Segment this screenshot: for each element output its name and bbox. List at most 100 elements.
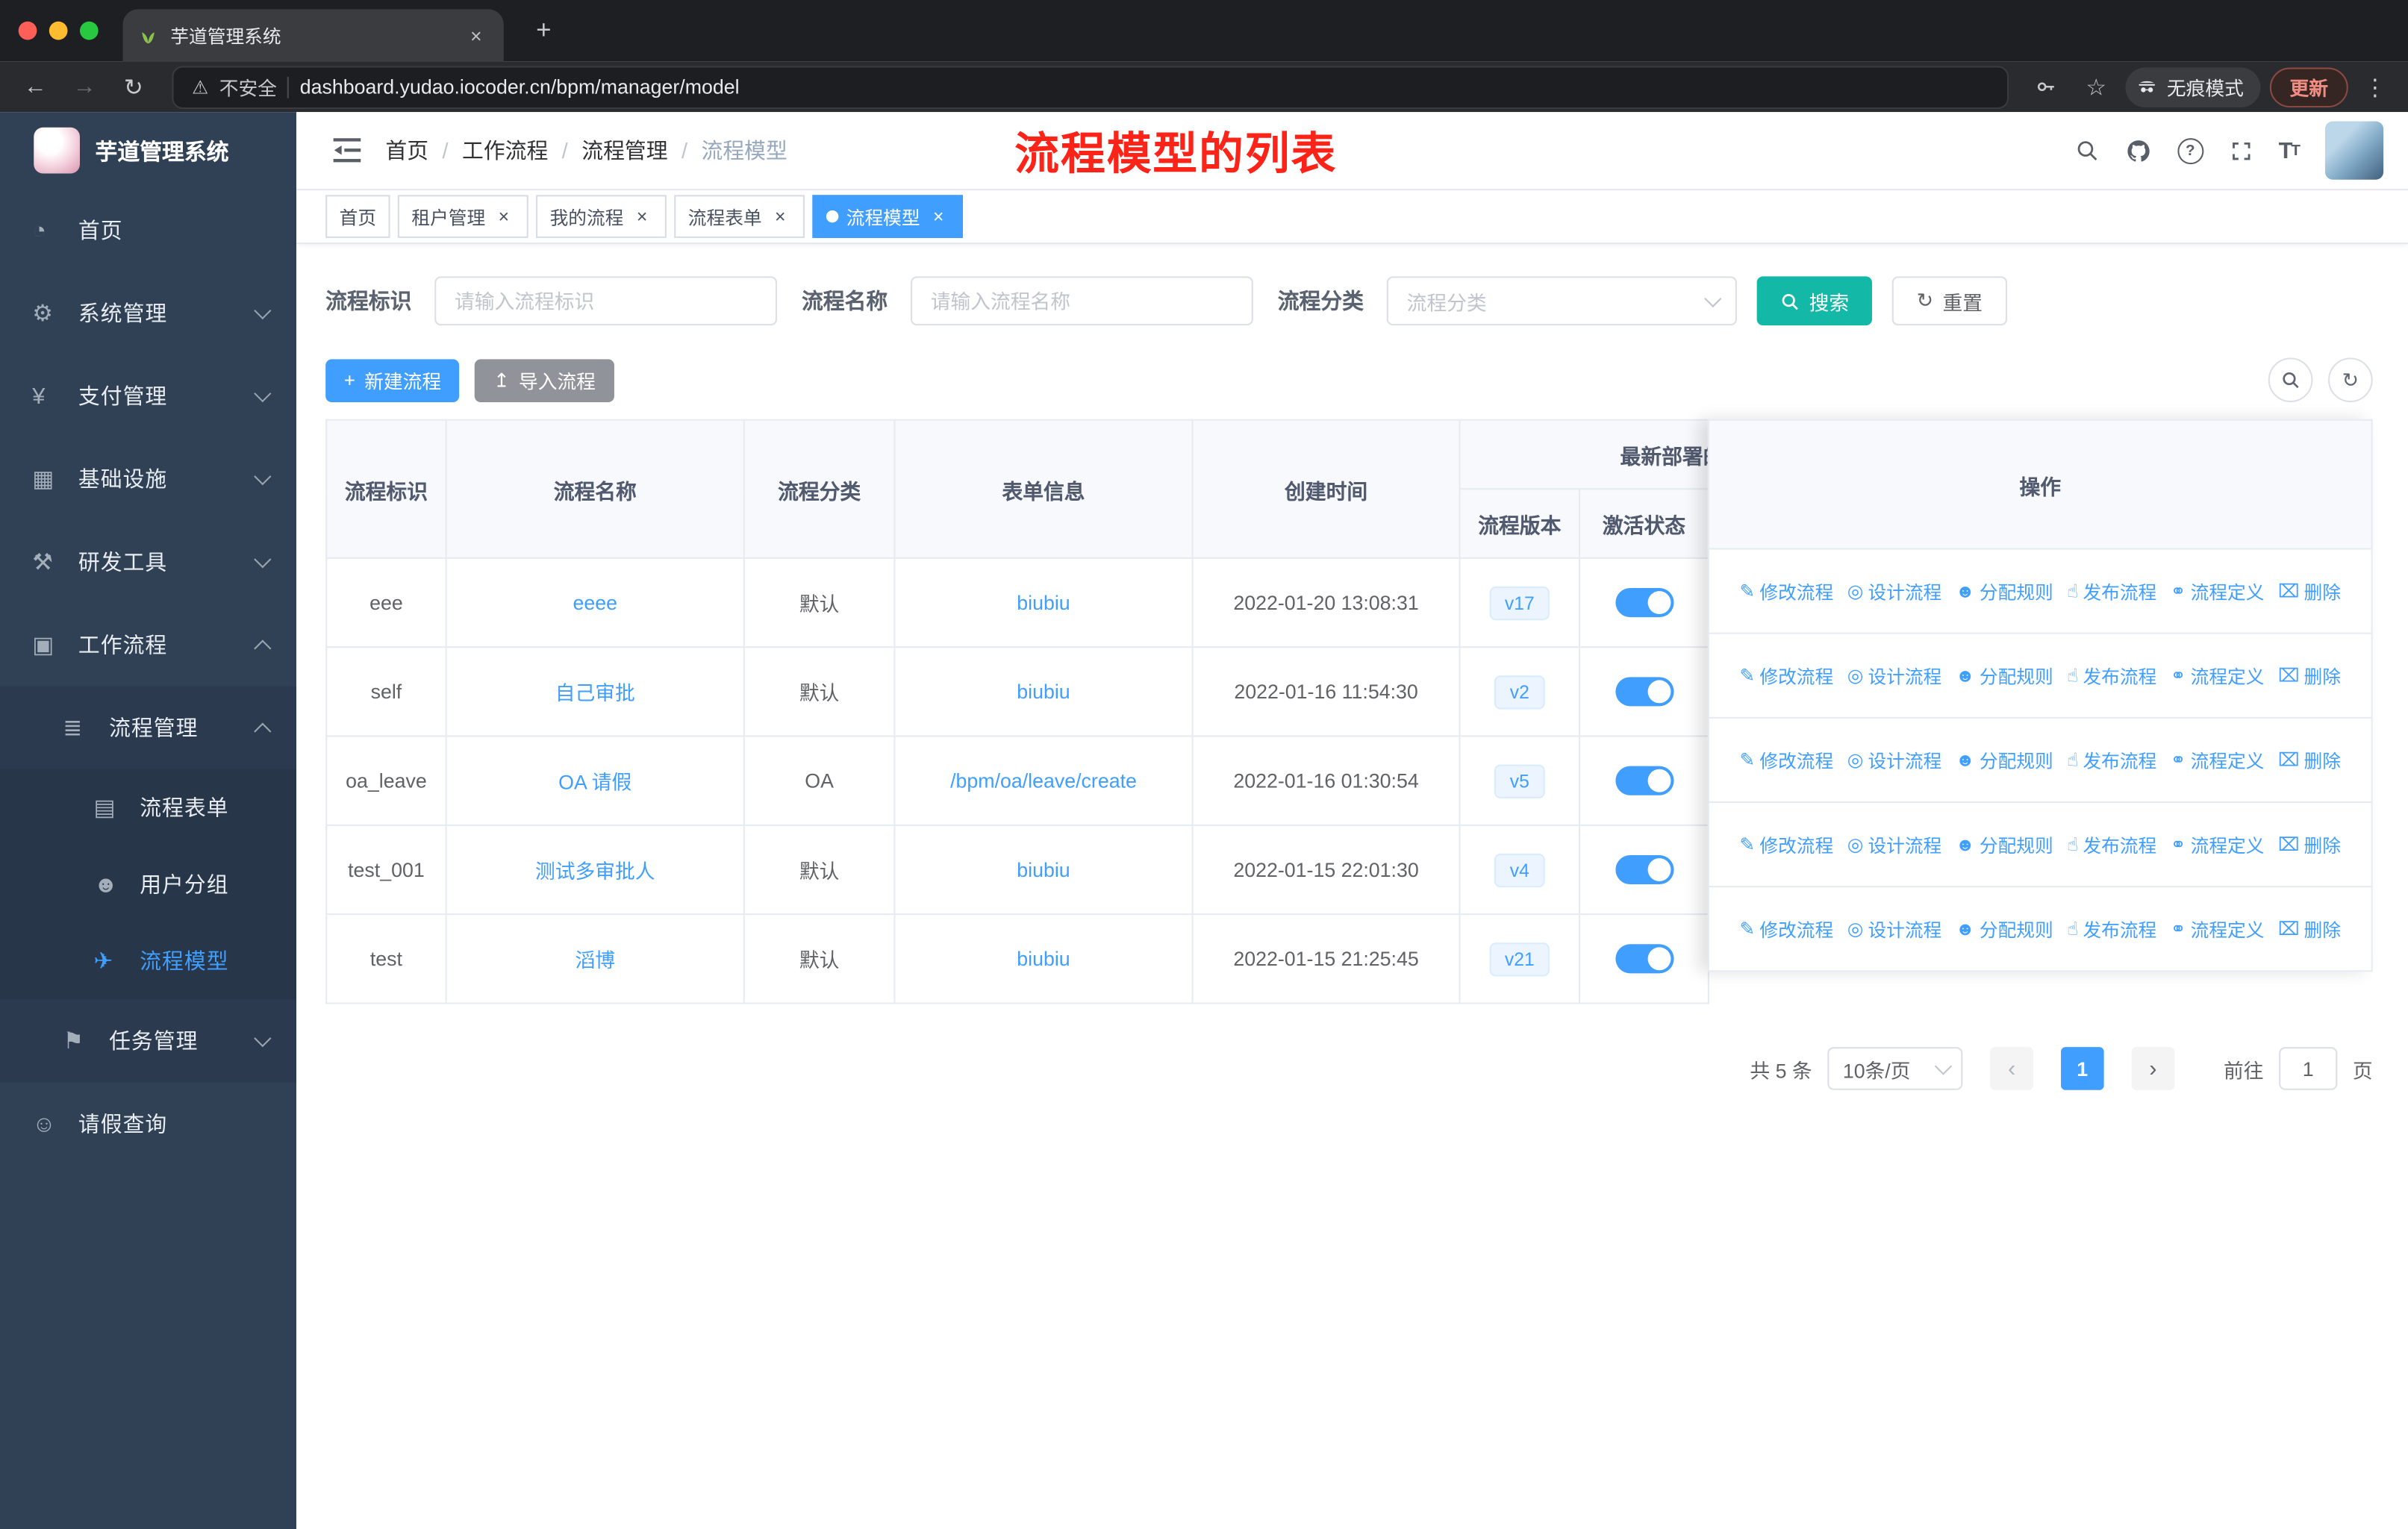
font-size-icon[interactable]: TT bbox=[2279, 137, 2301, 163]
update-browser-button[interactable]: 更新 bbox=[2269, 66, 2348, 107]
browser-menu-icon[interactable]: ⋮ bbox=[2357, 73, 2392, 101]
help-icon[interactable]: ? bbox=[2177, 137, 2203, 164]
process-name-link[interactable]: 测试多审批人 bbox=[535, 860, 655, 883]
hamburger-fold-icon[interactable] bbox=[333, 138, 361, 163]
github-icon[interactable] bbox=[2125, 137, 2151, 163]
version-badge[interactable]: v17 bbox=[1489, 585, 1550, 620]
prev-page-button[interactable]: ‹ bbox=[1990, 1047, 2033, 1090]
sidebar-item-task-mgmt[interactable]: ⚑ 任务管理 bbox=[0, 999, 297, 1083]
toggle-search-button[interactable] bbox=[2268, 357, 2313, 403]
action-delete[interactable]: ⌧ 删除 bbox=[2278, 916, 2341, 942]
version-badge[interactable]: v2 bbox=[1494, 675, 1545, 709]
sidebar-item-process-mgmt[interactable]: ≣ 流程管理 bbox=[0, 686, 297, 769]
sidebar-item-infrastructure[interactable]: ▦ 基础设施 bbox=[0, 437, 296, 520]
action-design-process[interactable]: ◎ 设计流程 bbox=[1847, 831, 1942, 857]
action-assign-rules[interactable]: ☻ 分配规则 bbox=[1956, 663, 2053, 689]
action-process-definition[interactable]: ⚭ 流程定义 bbox=[2171, 663, 2265, 689]
close-window-button[interactable] bbox=[18, 21, 37, 40]
search-icon[interactable] bbox=[2074, 138, 2099, 163]
action-process-definition[interactable]: ⚭ 流程定义 bbox=[2171, 747, 2265, 773]
new-tab-button[interactable]: + bbox=[523, 9, 566, 52]
action-assign-rules[interactable]: ☻ 分配规则 bbox=[1956, 916, 2053, 942]
version-badge[interactable]: v21 bbox=[1489, 942, 1550, 976]
action-publish-process[interactable]: ☝ 发布流程 bbox=[2067, 578, 2156, 604]
form-info-link[interactable]: biubiu bbox=[1017, 591, 1070, 614]
password-key-icon[interactable] bbox=[2027, 66, 2067, 106]
fullscreen-icon[interactable] bbox=[2230, 139, 2253, 162]
search-button[interactable]: 搜索 bbox=[1756, 276, 1873, 326]
action-assign-rules[interactable]: ☻ 分配规则 bbox=[1956, 747, 2053, 773]
action-delete[interactable]: ⌧ 删除 bbox=[2278, 747, 2341, 773]
tag-process-model[interactable]: 流程模型 × bbox=[812, 195, 964, 238]
breadcrumb-item[interactable]: 工作流程 bbox=[462, 135, 548, 166]
action-process-definition[interactable]: ⚭ 流程定义 bbox=[2171, 916, 2265, 942]
action-modify-process[interactable]: ✎ 修改流程 bbox=[1740, 578, 1834, 604]
action-modify-process[interactable]: ✎ 修改流程 bbox=[1740, 663, 1834, 689]
action-design-process[interactable]: ◎ 设计流程 bbox=[1847, 663, 1942, 689]
action-modify-process[interactable]: ✎ 修改流程 bbox=[1740, 747, 1834, 773]
sidebar-item-workflow[interactable]: ▣ 工作流程 bbox=[0, 604, 296, 687]
page-1-button[interactable]: 1 bbox=[2060, 1047, 2104, 1090]
action-modify-process[interactable]: ✎ 修改流程 bbox=[1740, 831, 1834, 857]
sidebar-item-user-group[interactable]: ☻ 用户分组 bbox=[0, 845, 297, 923]
tag-process-form[interactable]: 流程表单 × bbox=[674, 195, 805, 238]
tag-tenant-mgmt[interactable]: 租户管理 × bbox=[397, 195, 528, 238]
tag-close-icon[interactable]: × bbox=[631, 206, 653, 228]
sidebar-item-process-model[interactable]: ✈ 流程模型 bbox=[0, 922, 297, 1000]
process-name-input[interactable] bbox=[911, 276, 1253, 326]
breadcrumb-item[interactable]: 流程管理 bbox=[581, 135, 667, 166]
tab-close-icon[interactable]: × bbox=[464, 23, 488, 48]
action-process-definition[interactable]: ⚭ 流程定义 bbox=[2171, 831, 2265, 857]
refresh-table-button[interactable]: ↻ bbox=[2328, 357, 2373, 403]
tag-my-process[interactable]: 我的流程 × bbox=[536, 195, 667, 238]
reload-icon[interactable]: ↻ bbox=[113, 66, 153, 106]
action-delete[interactable]: ⌧ 删除 bbox=[2278, 831, 2341, 857]
back-icon[interactable]: ← bbox=[16, 66, 55, 106]
address-bar[interactable]: ⚠ 不安全 dashboard.yudao.iocoder.cn/bpm/man… bbox=[172, 65, 2009, 109]
action-assign-rules[interactable]: ☻ 分配规则 bbox=[1956, 578, 2053, 604]
action-design-process[interactable]: ◎ 设计流程 bbox=[1847, 747, 1942, 773]
import-process-button[interactable]: ↥ 导入流程 bbox=[475, 358, 614, 402]
action-publish-process[interactable]: ☝ 发布流程 bbox=[2067, 916, 2156, 942]
tag-close-icon[interactable]: × bbox=[493, 206, 514, 228]
action-delete[interactable]: ⌧ 删除 bbox=[2278, 578, 2341, 604]
action-modify-process[interactable]: ✎ 修改流程 bbox=[1740, 916, 1834, 942]
version-badge[interactable]: v4 bbox=[1494, 852, 1545, 887]
sidebar-item-dev-tools[interactable]: ⚒ 研发工具 bbox=[0, 520, 296, 603]
browser-tab[interactable]: 芋道管理系统 × bbox=[122, 9, 504, 62]
sidebar-item-payment-mgmt[interactable]: ¥ 支付管理 bbox=[0, 354, 296, 437]
action-publish-process[interactable]: ☝ 发布流程 bbox=[2067, 831, 2156, 857]
active-toggle[interactable] bbox=[1615, 766, 1674, 795]
process-name-link[interactable]: 滔博 bbox=[575, 948, 615, 972]
active-toggle[interactable] bbox=[1615, 944, 1674, 974]
form-info-link[interactable]: /bpm/oa/leave/create bbox=[950, 769, 1137, 792]
goto-page-input[interactable] bbox=[2279, 1047, 2338, 1090]
active-toggle[interactable] bbox=[1615, 587, 1674, 618]
sidebar-item-system-mgmt[interactable]: ⚙ 系统管理 bbox=[0, 272, 296, 354]
action-design-process[interactable]: ◎ 设计流程 bbox=[1847, 916, 1942, 942]
action-publish-process[interactable]: ☝ 发布流程 bbox=[2067, 663, 2156, 689]
reset-button[interactable]: ↻ 重置 bbox=[1891, 276, 2007, 326]
tag-close-icon[interactable]: × bbox=[928, 206, 949, 228]
sidebar-item-leave-query[interactable]: ☺ 请假查询 bbox=[0, 1082, 296, 1165]
create-process-button[interactable]: + 新建流程 bbox=[325, 358, 460, 402]
version-badge[interactable]: v5 bbox=[1494, 763, 1545, 798]
action-design-process[interactable]: ◎ 设计流程 bbox=[1847, 578, 1942, 604]
process-name-link[interactable]: OA 请假 bbox=[558, 771, 631, 794]
process-name-link[interactable]: 自己审批 bbox=[555, 681, 635, 704]
action-assign-rules[interactable]: ☻ 分配规则 bbox=[1956, 831, 2053, 857]
action-publish-process[interactable]: ☝ 发布流程 bbox=[2067, 747, 2156, 773]
bookmark-star-icon[interactable]: ☆ bbox=[2077, 66, 2116, 106]
page-size-select[interactable]: 10条/页 bbox=[1827, 1047, 1963, 1090]
sidebar-item-home[interactable]: ◔ 首页 bbox=[0, 189, 296, 272]
form-info-link[interactable]: biubiu bbox=[1017, 680, 1070, 703]
zoom-window-button[interactable] bbox=[79, 21, 99, 40]
action-delete[interactable]: ⌧ 删除 bbox=[2278, 663, 2341, 689]
process-name-link[interactable]: eeee bbox=[573, 591, 617, 614]
active-toggle[interactable] bbox=[1615, 677, 1674, 707]
category-select[interactable]: 流程分类 bbox=[1386, 276, 1737, 326]
breadcrumb-item[interactable]: 首页 bbox=[385, 135, 428, 166]
sidebar-item-process-form[interactable]: ▤ 流程表单 bbox=[0, 769, 297, 846]
process-key-input[interactable] bbox=[434, 276, 778, 326]
tag-close-icon[interactable]: × bbox=[770, 206, 791, 228]
